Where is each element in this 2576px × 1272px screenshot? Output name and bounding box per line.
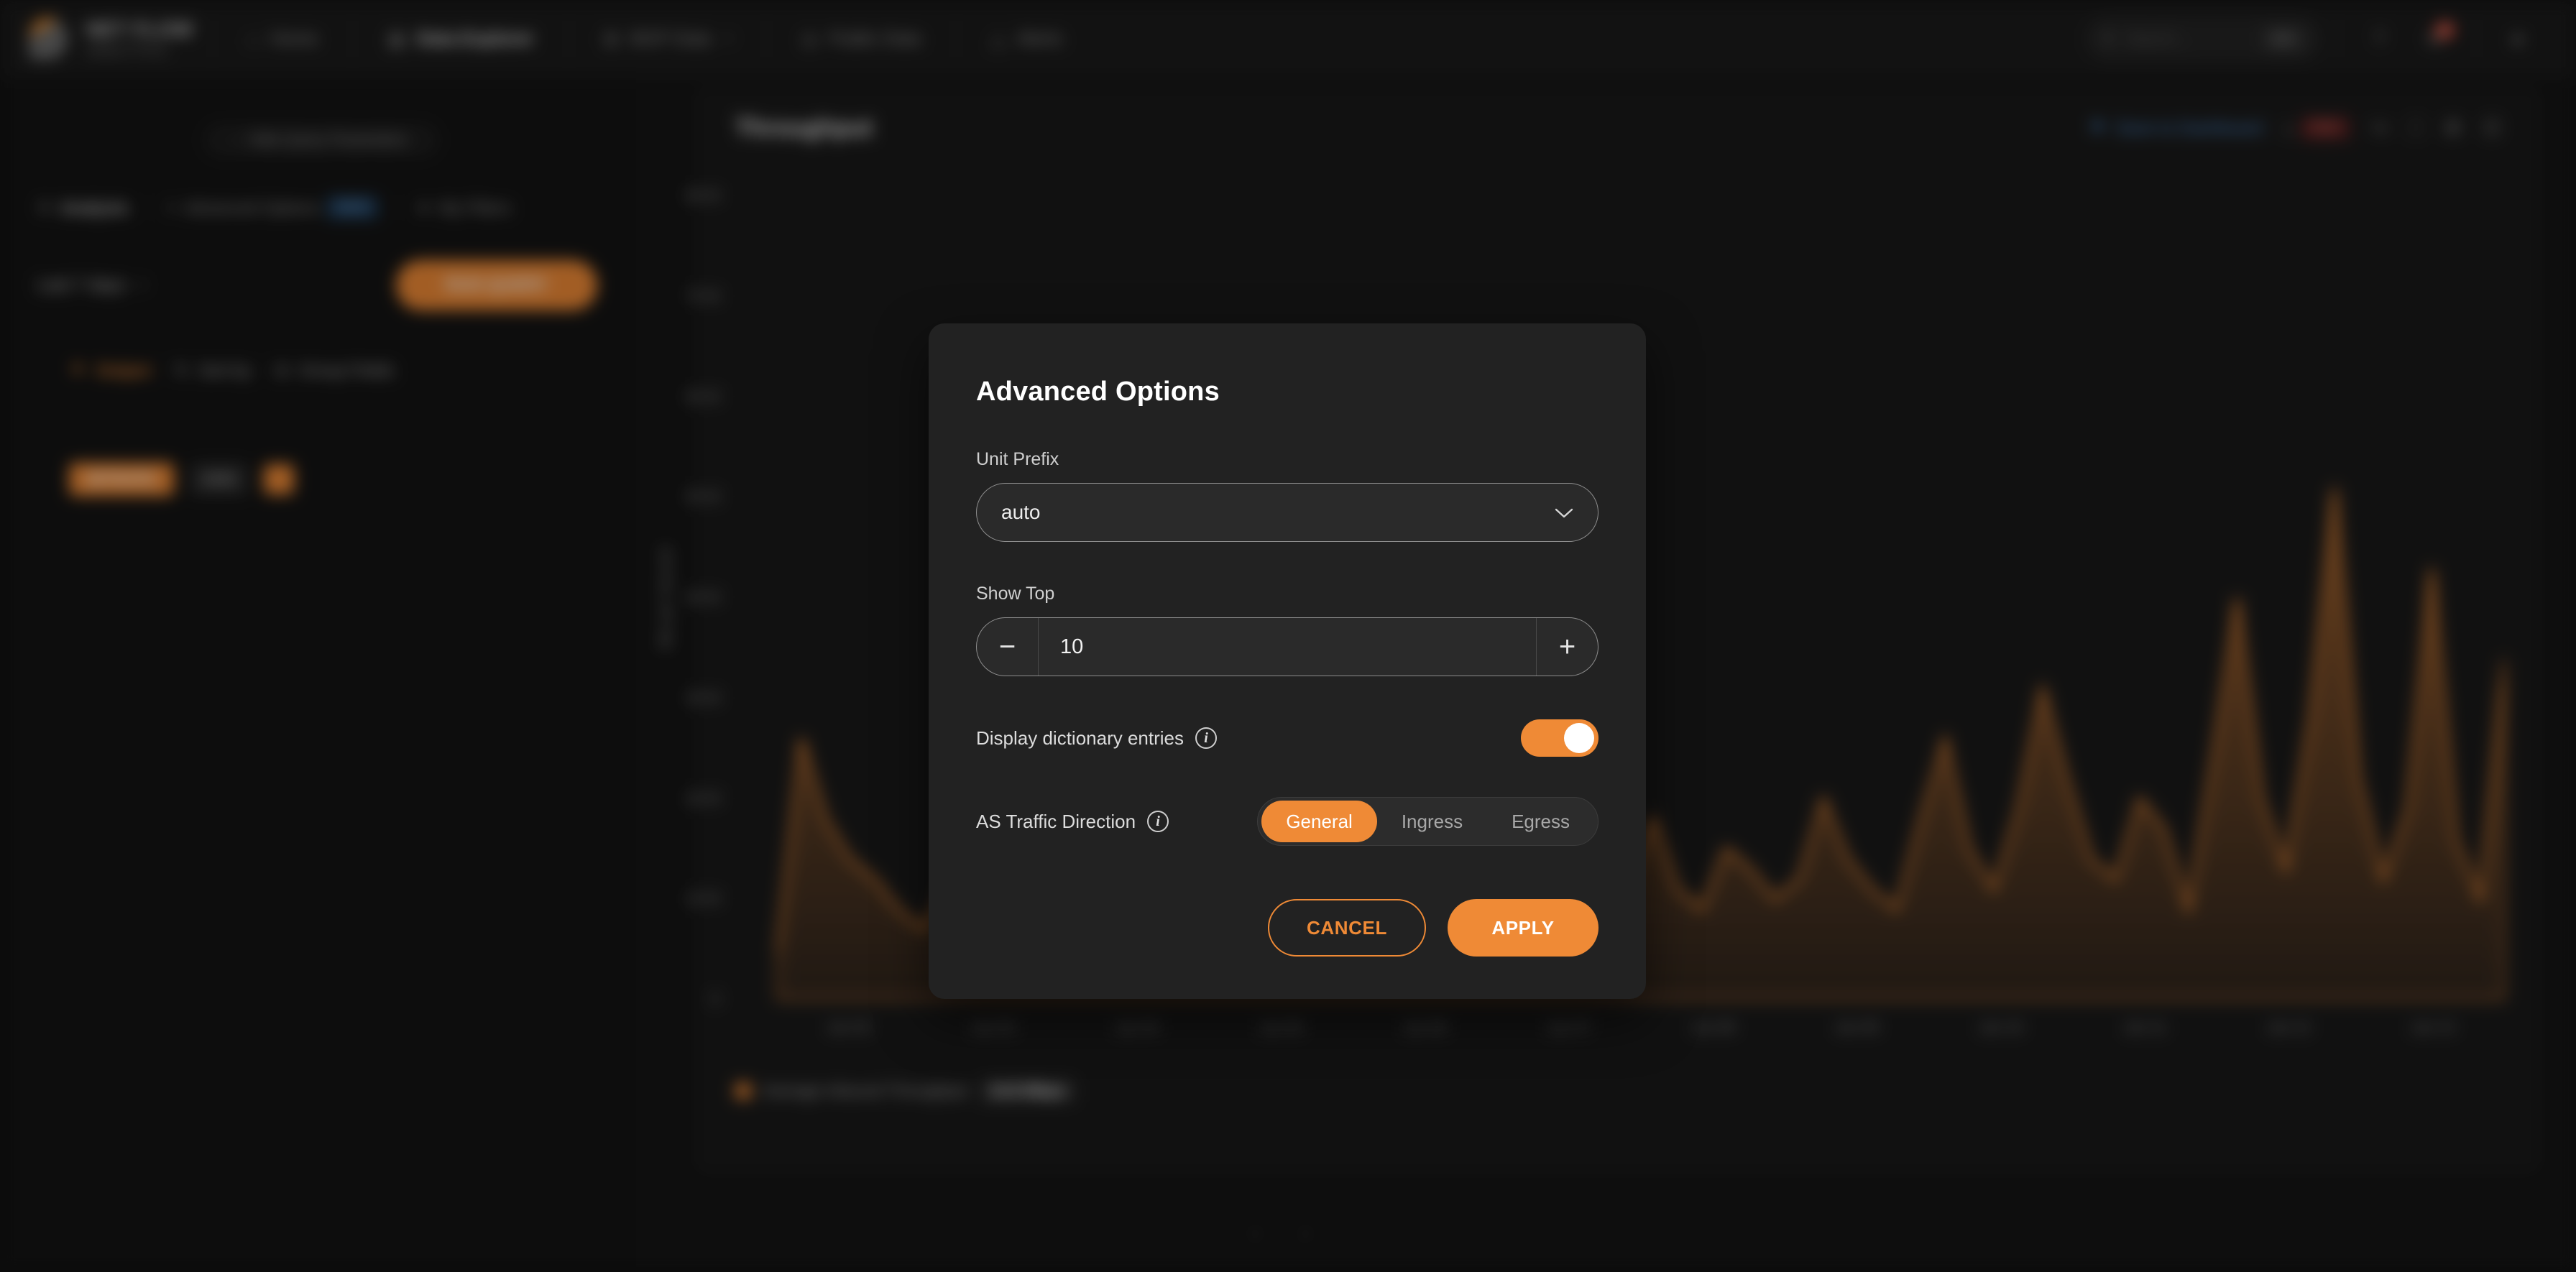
cancel-button[interactable]: CANCEL <box>1268 899 1426 957</box>
increment-button[interactable]: + <box>1536 618 1598 676</box>
chevron-down-icon <box>1555 502 1573 524</box>
show-top-stepper: − 10 + <box>976 617 1598 676</box>
unit-prefix-field: Unit Prefix auto <box>976 449 1598 542</box>
dialog-title: Advanced Options <box>976 377 1220 407</box>
display-dictionary-entries-row: Display dictionary entries i <box>976 719 1598 757</box>
segment-egress[interactable]: Egress <box>1487 801 1594 842</box>
dialog-actions: CANCEL APPLY <box>976 899 1598 957</box>
show-top-field: Show Top − 10 + <box>976 584 1598 676</box>
advanced-options-dialog: Advanced Options Unit Prefix auto Show T… <box>929 323 1646 999</box>
display-dictionary-entries-toggle[interactable] <box>1521 719 1598 757</box>
decrement-button[interactable]: − <box>977 618 1039 676</box>
segment-general[interactable]: General <box>1261 801 1377 842</box>
segment-ingress[interactable]: Ingress <box>1377 801 1487 842</box>
apply-button[interactable]: APPLY <box>1448 899 1598 957</box>
display-dictionary-entries-label: Display dictionary entries <box>976 727 1184 749</box>
as-traffic-direction-label: AS Traffic Direction <box>976 810 1136 832</box>
as-traffic-direction-segmented-control: General Ingress Egress <box>1257 797 1598 846</box>
unit-prefix-select[interactable]: auto <box>976 483 1598 542</box>
show-top-input[interactable]: 10 <box>1039 618 1536 676</box>
show-top-label: Show Top <box>976 584 1055 604</box>
info-icon[interactable]: i <box>1195 727 1218 749</box>
toggle-knob <box>1564 723 1594 753</box>
info-icon[interactable]: i <box>1147 811 1169 832</box>
unit-prefix-label: Unit Prefix <box>976 449 1059 469</box>
as-traffic-direction-row: AS Traffic Direction i General Ingress E… <box>976 797 1598 846</box>
unit-prefix-value: auto <box>1001 501 1041 523</box>
